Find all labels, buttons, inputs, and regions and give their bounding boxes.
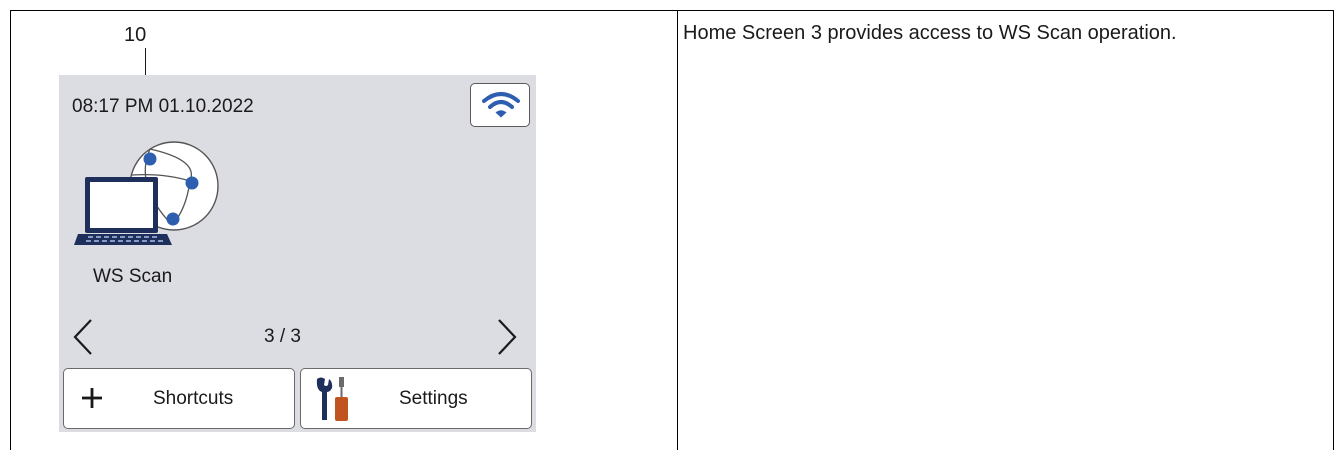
settings-button[interactable]: Settings: [300, 368, 532, 429]
plus-icon: [82, 388, 102, 408]
page-indicator: 3 / 3: [264, 326, 301, 347]
tools-icon: [316, 377, 348, 421]
callout-number: 10: [124, 24, 147, 46]
table-border-top: [10, 10, 1334, 11]
table-border-left: [10, 10, 11, 450]
lcd-home-screen: 08:17 PM 01.10.2022 WS Scan 3 / 3 Shortc…: [59, 75, 536, 432]
chevron-right-icon: [498, 319, 517, 355]
wifi-status-button[interactable]: [470, 83, 530, 127]
next-page-button[interactable]: [495, 318, 519, 356]
shortcuts-button[interactable]: Shortcuts: [63, 368, 295, 429]
wifi-icon: [482, 92, 520, 118]
description-text: Home Screen 3 provides access to WS Scan…: [683, 22, 1177, 44]
shortcuts-label: Shortcuts: [153, 388, 234, 409]
ws-scan-icon: [74, 141, 219, 245]
table-border-right: [1333, 10, 1334, 450]
ws-scan-tile[interactable]: WS Scan: [69, 135, 229, 295]
datetime-display: 08:17 PM 01.10.2022: [72, 96, 254, 117]
table-border-divider: [677, 10, 678, 450]
chevron-left-icon: [73, 319, 92, 355]
previous-page-button[interactable]: [71, 318, 95, 356]
settings-label: Settings: [399, 388, 468, 409]
ws-scan-label: WS Scan: [93, 266, 173, 287]
